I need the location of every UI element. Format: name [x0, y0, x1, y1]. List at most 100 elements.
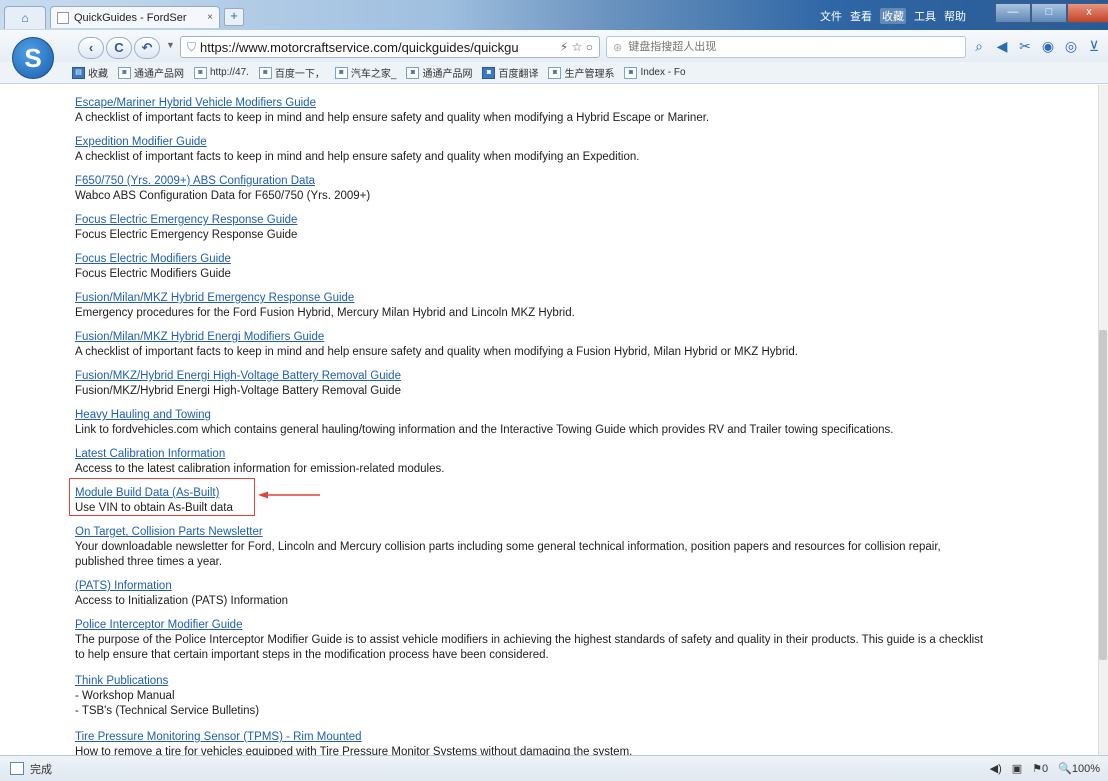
guide-link[interactable]: F650/750 (Yrs. 2009+) ABS Configuration …	[75, 174, 315, 188]
chevron-down-icon[interactable]: ▼	[166, 40, 175, 50]
guide-link[interactable]: On Target, Collision Parts Newsletter	[75, 525, 263, 539]
guide-link[interactable]: Escape/Mariner Hybrid Vehicle Modifiers …	[75, 96, 316, 110]
guide-item: Expedition Modifier Guide A checklist of…	[75, 132, 1075, 165]
guide-description: - TSB's (Technical Service Bulletins)	[75, 705, 260, 717]
bookmark-label: 百度一下，	[274, 69, 325, 80]
minimize-button[interactable]: —	[995, 3, 1031, 23]
guide-link[interactable]: (PATS) Information	[75, 579, 172, 593]
translate-icon: ◙	[482, 66, 496, 79]
maximize-button[interactable]: □	[1031, 3, 1067, 23]
guide-description: published three times a year.	[75, 556, 223, 568]
search-engine-icon[interactable]: ⊛	[613, 41, 622, 54]
guide-item: Escape/Mariner Hybrid Vehicle Modifiers …	[75, 93, 1075, 126]
guide-link[interactable]: Fusion/Milan/MKZ Hybrid Emergency Respon…	[75, 291, 354, 305]
page-icon: ◙	[334, 66, 348, 79]
tab-quickguides[interactable]: QuickGuides - FordSer ×	[50, 6, 220, 28]
menu-tools[interactable]: 工具	[914, 8, 936, 24]
guide-link[interactable]: Heavy Hauling and Towing	[75, 408, 211, 422]
page-icon	[57, 11, 69, 24]
bookmark-item[interactable]: ◙ http://47.	[194, 66, 249, 79]
bookmark-item[interactable]: ◙ 汽车之家_	[334, 65, 397, 80]
guide-link[interactable]: Focus Electric Modifiers Guide	[75, 252, 231, 266]
bookmark-item[interactable]: ◙ 生产管理系	[548, 65, 614, 80]
search-icon[interactable]: ⌕	[972, 38, 986, 55]
page-icon: ◙	[624, 66, 638, 79]
back-button[interactable]: ‹	[78, 37, 104, 59]
guide-link[interactable]: Think Publications	[75, 674, 168, 688]
guide-description: The purpose of the Police Interceptor Mo…	[75, 634, 984, 646]
refresh-button[interactable]: C	[106, 37, 132, 59]
home-tab[interactable]: ⌂	[4, 6, 46, 29]
status-bar: 完成 ◀) ▣ ⚑0 🔍100%	[0, 755, 1108, 781]
guide-item: Fusion/Milan/MKZ Hybrid Emergency Respon…	[75, 288, 1075, 321]
guide-link[interactable]: Fusion/Milan/MKZ Hybrid Energi Modifiers…	[75, 330, 324, 344]
downloads-counter[interactable]: ⚑0	[1032, 762, 1048, 775]
search-input[interactable]	[626, 40, 965, 54]
bookmark-label: Index - Fo	[640, 67, 686, 78]
guide-description: Wabco ABS Configuration Data for F650/75…	[75, 190, 371, 202]
globe-icon[interactable]: ◎	[1064, 38, 1078, 55]
guide-description: - Workshop Manual	[75, 690, 175, 702]
download-icon[interactable]: ⊻	[1087, 38, 1101, 55]
new-tab-button[interactable]: +	[224, 8, 244, 26]
pointer-arrow-icon	[258, 491, 320, 499]
guide-item: Heavy Hauling and Towing Link to fordveh…	[75, 405, 1075, 438]
guide-link[interactable]: Tire Pressure Monitoring Sensor (TPMS) -…	[75, 730, 362, 744]
guide-description: Your downloadable newsletter for Ford, L…	[75, 541, 941, 553]
search-box[interactable]: ⊛	[606, 36, 966, 58]
bookmark-item[interactable]: ◙ 百度一下，	[258, 65, 325, 80]
page-icon: ◙	[118, 66, 131, 79]
menu-favorites[interactable]: 收藏	[880, 8, 906, 24]
bookmark-label: http://47.	[210, 67, 249, 78]
guide-link[interactable]: Focus Electric Emergency Response Guide	[75, 213, 297, 227]
guide-description: Access to the latest calibration informa…	[75, 463, 445, 475]
guide-link[interactable]: Expedition Modifier Guide	[75, 135, 207, 149]
scrollbar-thumb[interactable]	[1099, 330, 1107, 660]
guide-link[interactable]: Police Interceptor Modifier Guide	[75, 618, 242, 632]
bookmark-favorites[interactable]: ▤ 收藏	[72, 65, 108, 80]
bookmark-label: 通通产品网	[422, 69, 473, 80]
bookmark-label: 汽车之家_	[350, 69, 397, 80]
guide-description: Access to Initialization (PATS) Informat…	[75, 595, 289, 607]
home-icon: ⌂	[21, 11, 29, 25]
status-text: 完成	[30, 763, 52, 776]
screen-icon[interactable]: ▣	[1012, 762, 1022, 775]
bookmark-item[interactable]: ◙ 百度翻译	[482, 65, 538, 80]
bookmark-label: 生产管理系	[564, 69, 615, 80]
page-icon: ◙	[406, 66, 420, 79]
browser-logo-icon[interactable]: S	[12, 37, 54, 79]
undo-button[interactable]: ↶	[134, 37, 160, 59]
cut-icon[interactable]: ✂	[1018, 38, 1032, 55]
volume-icon[interactable]: ◀)	[990, 762, 1002, 775]
guide-description: to help ensure that certain important st…	[75, 649, 549, 661]
address-bar[interactable]: ⛉ https://www.motorcraftservice.com/quic…	[180, 36, 600, 58]
menu-view[interactable]: 查看	[850, 8, 872, 24]
bookmarks-bar: ▤ 收藏 ◙ 通通产品网 ◙ http://47. ◙ 百度一下， ◙ 汽车之家…	[0, 62, 1108, 84]
guide-item: Focus Electric Modifiers Guide Focus Ele…	[75, 249, 1075, 282]
page-content: Escape/Mariner Hybrid Vehicle Modifiers …	[0, 85, 1098, 755]
bookmark-item[interactable]: ◙ 通通产品网	[118, 65, 184, 80]
guide-description: Emergency procedures for the Ford Fusion…	[75, 307, 575, 319]
bookmark-label: 收藏	[88, 69, 108, 80]
guide-description: Fusion/MKZ/Hybrid Energi High-Voltage Ba…	[75, 385, 401, 397]
guide-item: F650/750 (Yrs. 2009+) ABS Configuration …	[75, 171, 1075, 204]
close-icon[interactable]: ×	[207, 12, 213, 23]
status-left: 完成	[10, 761, 52, 777]
bookmark-item[interactable]: ◙ 通通产品网	[406, 65, 472, 80]
guide-link[interactable]: Latest Calibration Information	[75, 447, 225, 461]
url-text[interactable]: https://www.motorcraftservice.com/quickg…	[200, 40, 560, 55]
menu-file[interactable]: 文件	[820, 8, 842, 24]
guide-item: Focus Electric Emergency Response Guide …	[75, 210, 1075, 243]
shield-check-icon[interactable]: ◉	[1041, 38, 1055, 55]
url-action-icons[interactable]: ⚡ ☆ ○	[560, 40, 593, 54]
back-history-icon[interactable]: ◀	[995, 38, 1009, 55]
page-icon: ◙	[258, 66, 272, 79]
guide-item: Tire Pressure Monitoring Sensor (TPMS) -…	[75, 727, 1075, 755]
guide-link[interactable]: Fusion/MKZ/Hybrid Energi High-Voltage Ba…	[75, 369, 401, 383]
zoom-level[interactable]: 🔍100%	[1058, 762, 1100, 775]
window-close-button[interactable]: x	[1067, 3, 1108, 23]
guide-item: Fusion/Milan/MKZ Hybrid Energi Modifiers…	[75, 327, 1075, 360]
bookmark-item[interactable]: ◙ Index - Fo	[624, 66, 686, 79]
menu-help[interactable]: 帮助	[944, 8, 966, 24]
guide-description: Focus Electric Modifiers Guide	[75, 268, 231, 280]
